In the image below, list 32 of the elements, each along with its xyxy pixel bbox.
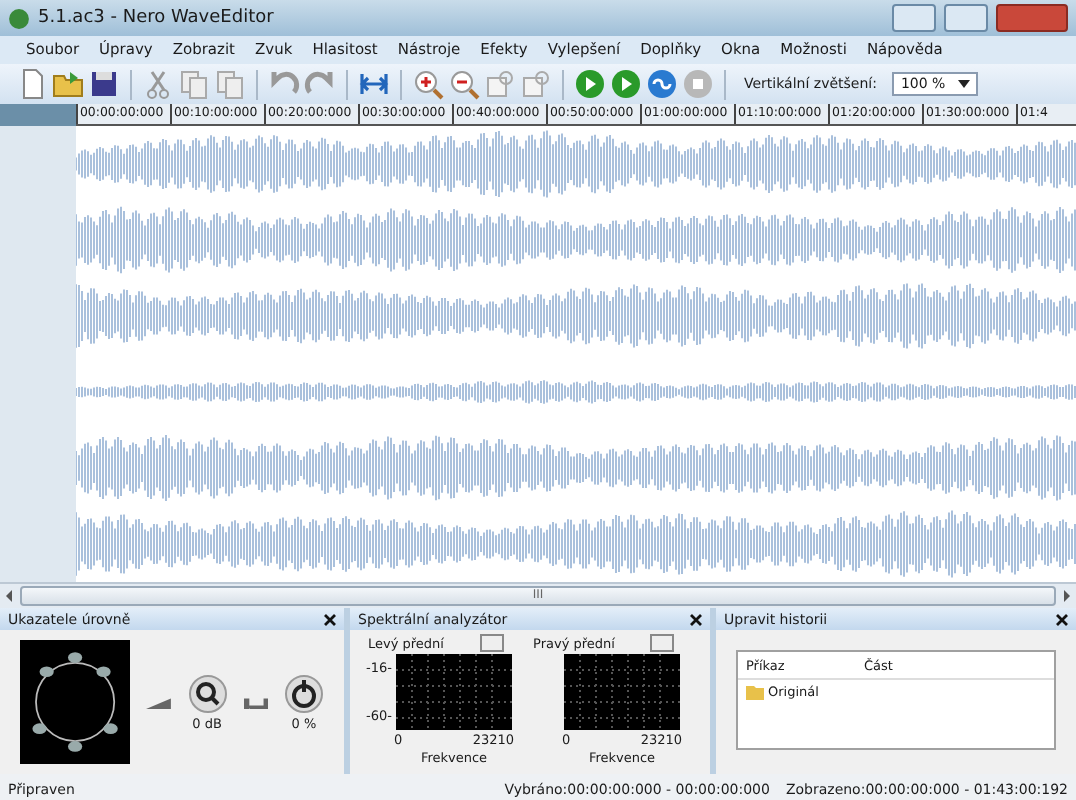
zoom-magnifier-icon[interactable] [520, 68, 552, 100]
mix-icon [243, 694, 268, 710]
paste-icon[interactable] [214, 68, 246, 100]
zoom-in-icon[interactable] [412, 68, 444, 100]
close-icon[interactable] [690, 613, 702, 625]
spectrum-display [564, 654, 680, 730]
play-selection-icon[interactable] [610, 68, 642, 100]
play-icon[interactable] [574, 68, 606, 100]
app-icon [8, 7, 30, 29]
close-icon[interactable] [324, 613, 336, 625]
close-button[interactable] [996, 4, 1068, 32]
fit-width-icon[interactable] [358, 68, 390, 100]
maximize-button[interactable] [944, 4, 988, 32]
mix-knob[interactable] [283, 673, 324, 713]
cut-icon[interactable] [142, 68, 174, 100]
folder-icon [746, 685, 764, 699]
spectrum-display [396, 654, 512, 730]
dropdown-caret-icon [957, 80, 970, 88]
window-title: 5.1.ac3 - Nero WaveEditor [38, 8, 276, 28]
play-button[interactable] [479, 634, 504, 652]
play-button[interactable] [650, 634, 675, 652]
ramp-icon [146, 694, 172, 710]
stop-icon[interactable] [682, 68, 714, 100]
surround-level-meter [20, 640, 131, 764]
gain-knob[interactable] [187, 673, 228, 713]
save-icon[interactable] [88, 68, 120, 100]
zoom-selection-icon[interactable] [484, 68, 516, 100]
close-icon[interactable] [1056, 613, 1068, 625]
copy-icon[interactable] [178, 68, 210, 100]
zoom-out-icon[interactable] [448, 68, 480, 100]
minimize-button[interactable] [892, 4, 936, 32]
loop-icon[interactable] [646, 68, 678, 100]
